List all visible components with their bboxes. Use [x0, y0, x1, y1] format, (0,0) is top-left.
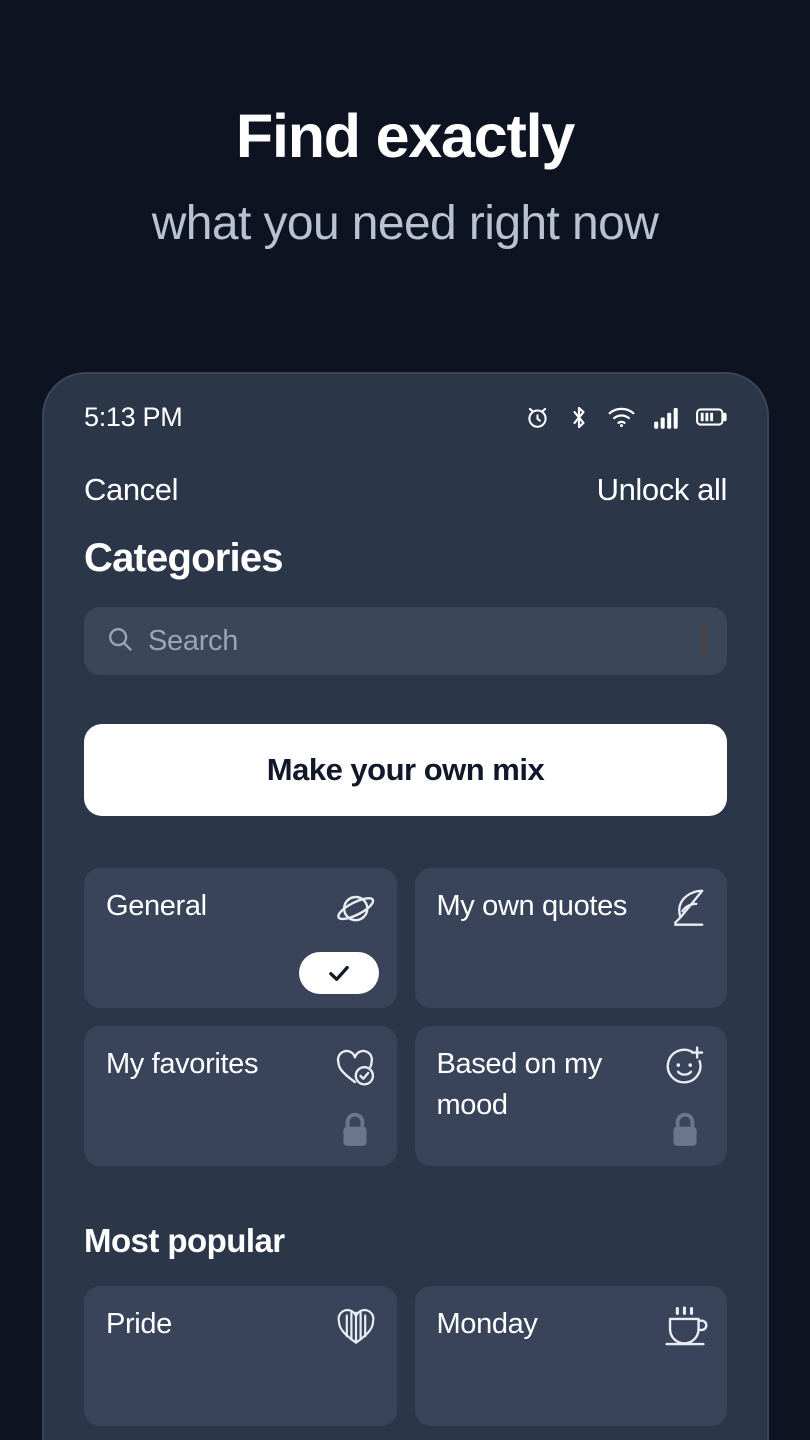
category-label: My own quotes — [436, 890, 628, 922]
category-label: Monday — [436, 1308, 538, 1340]
promo-title: Find exactly — [235, 102, 575, 170]
promo-header: Find exactly what you need right now — [0, 0, 810, 251]
smiley-plus-icon — [662, 1044, 709, 1091]
planet-icon — [331, 886, 379, 934]
category-card-based-on-my-mood[interactable]: Based on my mood — [414, 1026, 727, 1166]
battery-icon — [696, 406, 729, 428]
category-card-my-favorites[interactable]: My favorites — [84, 1026, 397, 1166]
make-your-own-mix-button[interactable]: Make your own mix — [84, 724, 727, 816]
section-title-most-popular: Most popular — [84, 1222, 285, 1259]
page-title: Categories — [84, 536, 284, 580]
lock-icon — [337, 1110, 373, 1150]
search-clear-icon[interactable] — [699, 623, 709, 657]
nav-row: Cancel Unlock all — [44, 460, 767, 508]
status-bar-clock: 5:13 PM — [84, 401, 183, 432]
status-bar: 5:13 PM — [44, 374, 767, 460]
wifi-icon — [607, 405, 636, 429]
category-label: General — [106, 890, 207, 922]
category-card-pride[interactable]: Pride — [84, 1286, 397, 1426]
category-label: Based on my mood — [436, 1048, 603, 1122]
alarm-icon — [524, 404, 551, 431]
heart-check-icon — [332, 1044, 379, 1091]
feather-quill-icon — [663, 886, 709, 932]
phone-mockup: 5:13 PM Cancel Unlock all Categories Sea… — [42, 372, 769, 1440]
search-icon — [106, 625, 134, 658]
bluetooth-icon — [568, 404, 590, 431]
category-card-my-own-quotes[interactable]: My own quotes — [414, 868, 727, 1008]
category-card-monday[interactable]: Monday — [414, 1286, 727, 1426]
search-input[interactable]: Search — [148, 625, 238, 658]
category-card-general[interactable]: General — [84, 868, 397, 1008]
unlock-all-button[interactable]: Unlock all — [597, 472, 728, 508]
cellular-signal-icon — [653, 405, 679, 430]
promo-subtitle: what you need right now — [151, 197, 659, 251]
search-field[interactable]: Search — [84, 607, 727, 675]
most-popular-grid: Pride Monday — [84, 1286, 727, 1426]
coffee-cup-icon — [661, 1304, 709, 1352]
lock-icon — [667, 1110, 703, 1150]
category-selected-check[interactable] — [298, 952, 379, 994]
category-label: Pride — [106, 1308, 172, 1340]
make-your-own-mix-label: Make your own mix — [266, 752, 545, 787]
cancel-button[interactable]: Cancel — [84, 472, 179, 508]
status-bar-icons — [524, 404, 729, 431]
category-grid: General My own quotes My favorites Based… — [84, 868, 727, 1166]
striped-heart-icon — [333, 1304, 379, 1350]
category-label: My favorites — [106, 1048, 259, 1080]
